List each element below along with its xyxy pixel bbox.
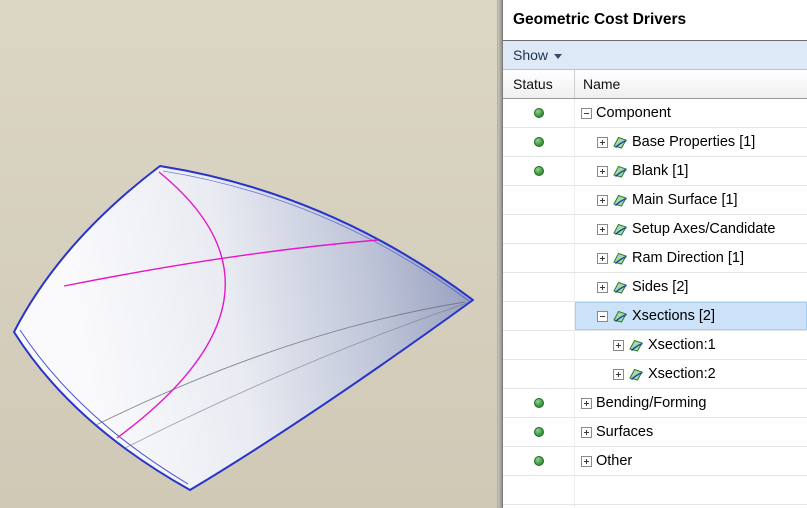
tree-node-label: Main Surface [1]	[632, 192, 738, 208]
expand-toggle[interactable]	[581, 456, 592, 467]
status-dot	[534, 137, 544, 147]
expand-toggle[interactable]	[597, 311, 608, 322]
expand-toggle[interactable]	[581, 108, 592, 119]
geometry-icon	[612, 193, 628, 207]
status-cell	[503, 157, 575, 185]
expand-toggle[interactable]	[597, 137, 608, 148]
tree-node[interactable]: Surfaces	[575, 418, 807, 446]
tree-node[interactable]: Main Surface [1]	[575, 186, 807, 214]
status-cell	[503, 360, 575, 388]
geometry-icon	[612, 280, 628, 294]
tree-node[interactable]: Other	[575, 447, 807, 475]
expand-toggle[interactable]	[597, 253, 608, 264]
tree-node[interactable]: Xsection:1	[575, 331, 807, 359]
table-row[interactable]: Surfaces	[503, 418, 807, 447]
status-dot	[534, 456, 544, 466]
table-row[interactable]: Component	[503, 99, 807, 128]
geometry-icon	[612, 251, 628, 265]
geometry-icon	[612, 135, 628, 149]
status-cell	[503, 186, 575, 214]
table-row[interactable]: Xsection:2	[503, 360, 807, 389]
tree-node-label: Blank [1]	[632, 163, 688, 179]
tree-node[interactable]: Sides [2]	[575, 273, 807, 301]
3d-viewport[interactable]	[0, 0, 497, 508]
status-cell	[503, 302, 575, 330]
table-row[interactable]: Xsection:1	[503, 331, 807, 360]
geometry-icon	[612, 164, 628, 178]
tree-node[interactable]: Setup Axes/Candidate	[575, 215, 807, 243]
tree-node[interactable]: Blank [1]	[575, 157, 807, 185]
status-cell	[503, 418, 575, 446]
show-dropdown-label: Show	[513, 47, 548, 63]
table-row[interactable]: Other	[503, 447, 807, 476]
tree-node-label: Setup Axes/Candidate	[632, 221, 776, 237]
status-cell	[503, 128, 575, 156]
empty-row	[503, 476, 807, 505]
table-row[interactable]: Ram Direction [1]	[503, 244, 807, 273]
tree-node[interactable]: Ram Direction [1]	[575, 244, 807, 272]
expand-toggle[interactable]	[597, 195, 608, 206]
tree-node[interactable]: Base Properties [1]	[575, 128, 807, 156]
tree-node[interactable]: Xsections [2]	[575, 302, 807, 330]
app-window: Geometric Cost Drivers Show Status Name …	[0, 0, 807, 508]
expand-toggle[interactable]	[597, 282, 608, 293]
tree-rows: Component Base Properties [1]	[503, 99, 807, 508]
expand-toggle[interactable]	[613, 340, 624, 351]
expand-toggle[interactable]	[581, 427, 592, 438]
tree-node-label: Xsection:2	[648, 366, 716, 382]
expand-toggle[interactable]	[581, 398, 592, 409]
column-header-name[interactable]: Name	[575, 70, 807, 98]
status-dot	[534, 398, 544, 408]
status-cell	[503, 273, 575, 301]
tree-node[interactable]: Xsection:2	[575, 360, 807, 388]
show-dropdown-button[interactable]: Show	[513, 47, 562, 63]
table-row[interactable]: Blank [1]	[503, 157, 807, 186]
expand-toggle[interactable]	[597, 166, 608, 177]
geometry-icon	[628, 367, 644, 381]
tree-node-label: Surfaces	[596, 424, 653, 440]
tree-node-label: Other	[596, 453, 632, 469]
tree-node-label: Bending/Forming	[596, 395, 706, 411]
tree-node[interactable]: Bending/Forming	[575, 389, 807, 417]
status-cell	[503, 99, 575, 127]
status-cell	[503, 389, 575, 417]
geometric-cost-drivers-panel: Geometric Cost Drivers Show Status Name …	[503, 0, 807, 508]
table-row[interactable]: Setup Axes/Candidate	[503, 215, 807, 244]
expand-toggle[interactable]	[597, 224, 608, 235]
panel-title: Geometric Cost Drivers	[503, 0, 807, 41]
table-row[interactable]: Bending/Forming	[503, 389, 807, 418]
tree-node[interactable]: Component	[575, 99, 807, 127]
table-row[interactable]: Base Properties [1]	[503, 128, 807, 157]
geometry-icon	[612, 309, 628, 323]
status-cell	[503, 447, 575, 475]
expand-toggle[interactable]	[613, 369, 624, 380]
show-toolbar: Show	[503, 41, 807, 70]
table-row[interactable]: Sides [2]	[503, 273, 807, 302]
tree-node-label: Sides [2]	[632, 279, 688, 295]
grid-header: Status Name	[503, 70, 807, 99]
tree-node-label: Xsection:1	[648, 337, 716, 353]
tree-node-label: Xsections [2]	[632, 308, 715, 324]
status-cell	[503, 215, 575, 243]
chevron-down-icon	[554, 54, 562, 59]
status-cell	[503, 331, 575, 359]
status-dot	[534, 108, 544, 118]
tree-node-label: Component	[596, 105, 671, 121]
tree-node-label: Base Properties [1]	[632, 134, 755, 150]
status-cell	[503, 244, 575, 272]
geometry-icon	[612, 222, 628, 236]
table-row[interactable]: Main Surface [1]	[503, 186, 807, 215]
tree-node-label: Ram Direction [1]	[632, 250, 744, 266]
column-header-status[interactable]: Status	[503, 70, 575, 98]
status-dot	[534, 427, 544, 437]
3d-surface-model	[0, 0, 497, 508]
status-dot	[534, 166, 544, 176]
geometry-icon	[628, 338, 644, 352]
table-row[interactable]: Xsections [2]	[503, 302, 807, 331]
